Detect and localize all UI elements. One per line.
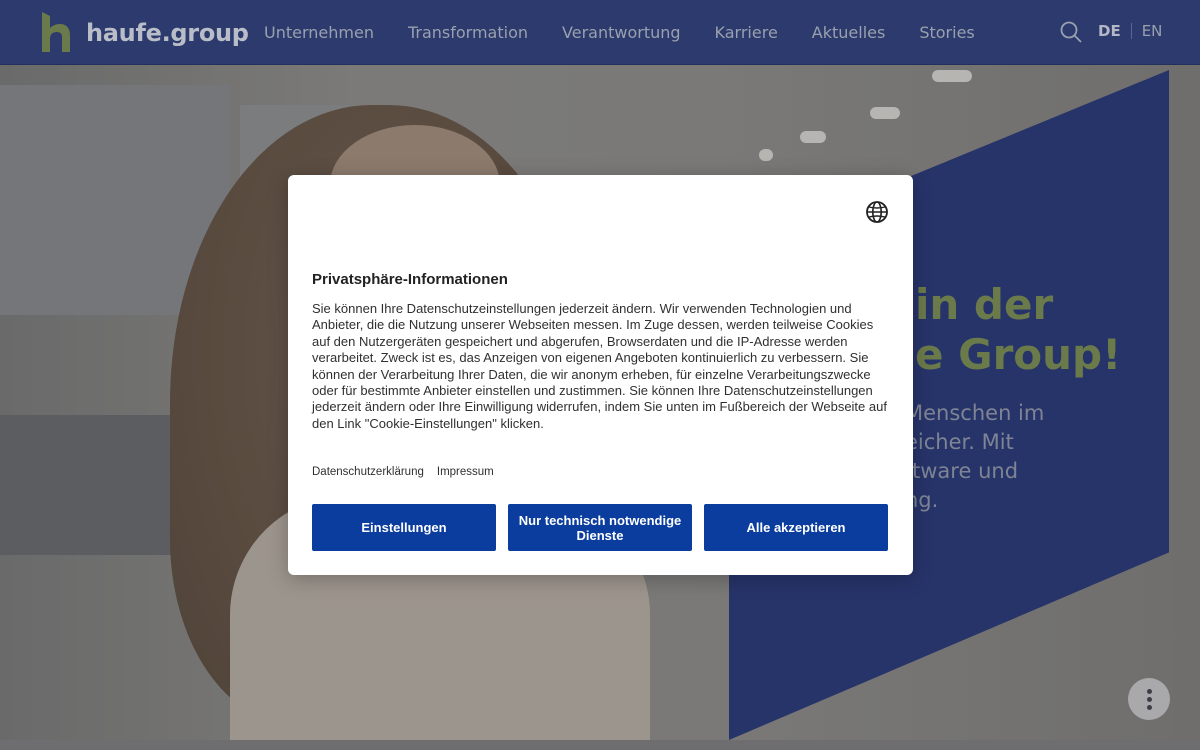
cookie-consent-dialog: Privatsphäre-Informationen Sie können Ih… [288, 175, 913, 575]
logo-text: haufe.group [86, 19, 249, 47]
logo-h-icon [42, 12, 70, 52]
nav-item-unternehmen[interactable]: Unternehmen [264, 23, 374, 42]
hero-bg-light [759, 149, 773, 161]
fab-dot [1146, 688, 1152, 694]
nav-item-transformation[interactable]: Transformation [408, 23, 528, 42]
nav-item-verantwortung[interactable]: Verantwortung [562, 23, 681, 42]
hero-title: in der e Group! [915, 280, 1122, 379]
nav-item-stories[interactable]: Stories [919, 23, 974, 42]
fab-dot [1146, 704, 1152, 710]
settings-button[interactable]: Einstellungen [312, 504, 496, 551]
accept-all-button[interactable]: Alle akzeptieren [704, 504, 888, 551]
imprint-link[interactable]: Impressum [437, 466, 494, 478]
main-nav: Unternehmen Transformation Verantwortung… [264, 0, 975, 65]
nav-item-karriere[interactable]: Karriere [715, 23, 778, 42]
more-vertical-icon[interactable] [1128, 678, 1170, 720]
necessary-only-button[interactable]: Nur technisch notwendige Dienste [508, 504, 692, 551]
dialog-title: Privatsphäre-Informationen [312, 271, 508, 288]
lang-divider [1130, 23, 1132, 39]
site-header: haufe.group Unternehmen Transformation V… [0, 0, 1200, 65]
dialog-buttons: Einstellungen Nur technisch notwendige D… [312, 504, 888, 551]
globe-icon[interactable] [865, 200, 889, 224]
logo[interactable]: haufe.group [42, 12, 249, 54]
hero-text: Menschen im eicher. Mit ftware und ng. [905, 401, 1045, 512]
search-icon[interactable] [1060, 21, 1082, 43]
dialog-links: Datenschutzerklärung Impressum [312, 466, 507, 478]
fab-dot [1146, 696, 1152, 702]
privacy-policy-link[interactable]: Datenschutzerklärung [312, 466, 424, 478]
nav-item-aktuelles[interactable]: Aktuelles [812, 23, 886, 42]
hero-bg-light [870, 107, 900, 119]
dialog-body-text: Sie können Ihre Datenschutzeinstellungen… [312, 301, 887, 431]
hero-bg-light [800, 131, 826, 143]
bottom-strip [0, 740, 1200, 750]
language-switcher: DE EN [1098, 22, 1162, 40]
lang-en-link[interactable]: EN [1142, 22, 1163, 40]
hero-bg-light [932, 70, 972, 82]
lang-de-link[interactable]: DE [1098, 22, 1121, 40]
